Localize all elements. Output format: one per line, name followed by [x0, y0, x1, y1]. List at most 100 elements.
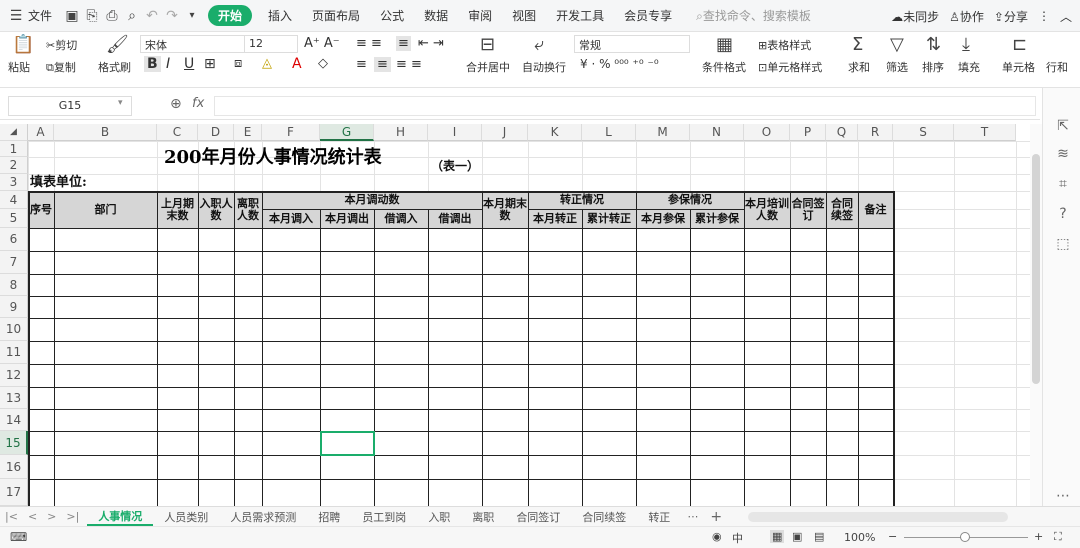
column-header-e[interactable]: E — [234, 124, 262, 141]
export-pdf-icon[interactable]: ⎘ — [82, 6, 102, 26]
sheet-tab-6[interactable]: 入职 — [417, 509, 461, 525]
eye-protection-icon[interactable]: ◉ — [712, 530, 722, 543]
crop-icon[interactable]: ⌗ — [1054, 176, 1072, 194]
sheet-tab-4[interactable]: 招聘 — [307, 509, 351, 525]
sheet-tab-3[interactable]: 人员需求预测 — [219, 509, 307, 525]
file-menu[interactable]: 文件 — [26, 7, 62, 24]
tab-developer[interactable]: 开发工具 — [546, 7, 614, 24]
input-method-icon[interactable]: 中 — [732, 530, 743, 546]
bold-button[interactable]: B — [144, 56, 161, 72]
row-header-10[interactable]: 10 — [0, 318, 28, 341]
number-format-icons[interactable]: ¥ · % ⁰⁰⁰ ⁺⁰ ⁻⁰ — [580, 57, 659, 71]
tab-page-layout[interactable]: 页面布局 — [302, 7, 370, 24]
clear-format-icon[interactable]: ◇ — [318, 56, 328, 71]
analytics-icon[interactable]: ⬚ — [1054, 236, 1072, 254]
column-header-g[interactable]: G — [320, 124, 374, 141]
more-sheets-icon[interactable]: ⋯ — [681, 510, 704, 523]
row-header-2[interactable]: 2 — [0, 157, 28, 174]
format-painter-button[interactable]: 格式刷 — [98, 59, 131, 75]
fx-icon[interactable]: fx — [192, 96, 204, 111]
print-icon[interactable]: ⎙ — [102, 6, 122, 26]
row-header-13[interactable]: 13 — [0, 387, 28, 409]
column-header-h[interactable]: H — [374, 124, 428, 141]
save-icon[interactable]: ▣ — [62, 6, 82, 26]
zoom-in-icon[interactable]: + — [1034, 530, 1043, 543]
format-painter-icon[interactable]: 🖌 — [106, 34, 129, 55]
indent-icon[interactable]: ⇤ ⇥ — [418, 36, 444, 51]
cut-button[interactable]: ✂剪切 — [46, 37, 77, 53]
name-box-dropdown-icon[interactable]: ▾ — [118, 98, 123, 108]
row-header-11[interactable]: 11 — [0, 341, 28, 364]
tab-formulas[interactable]: 公式 — [370, 7, 414, 24]
panel-more-icon[interactable]: ⋯ — [1054, 488, 1072, 506]
column-header-i[interactable]: I — [428, 124, 482, 141]
column-header-t[interactable]: T — [954, 124, 1016, 141]
row-col-button[interactable]: 行和 — [1046, 59, 1068, 75]
sync-status[interactable]: ☁未同步 — [891, 8, 939, 25]
sum-icon[interactable]: Σ — [852, 34, 863, 55]
row-header-14[interactable]: 14 — [0, 409, 28, 431]
align-right-icon[interactable]: ≡ ≡ — [396, 57, 422, 72]
spreadsheet-grid[interactable]: ◢ A B C D E F G H I J K L M N O P Q R S T 1 2 3 4 5 6 7 8 9 10 11 12 13 1… — [0, 124, 1030, 506]
row-header-9[interactable]: 9 — [0, 296, 28, 318]
properties-icon[interactable]: ≋ — [1054, 146, 1072, 164]
more-options-icon[interactable]: ⋮ — [1038, 9, 1050, 23]
column-header-m[interactable]: M — [636, 124, 690, 141]
fill-color-icon[interactable]: ⧈ — [234, 56, 242, 71]
conditional-format-icon[interactable]: ▦ — [716, 34, 733, 55]
table-style-button[interactable]: ⊞表格样式 — [758, 37, 811, 53]
fill-icon[interactable]: ⤓ — [962, 34, 970, 55]
align-bottom-icon[interactable]: ≡ — [396, 36, 411, 51]
row-header-7[interactable]: 7 — [0, 251, 28, 274]
fill-button[interactable]: 填充 — [958, 59, 980, 75]
row-header-15[interactable]: 15 — [0, 431, 28, 455]
normal-view-icon[interactable]: ▦ — [770, 530, 785, 543]
command-search[interactable]: ⌕查找命令、搜索模板 — [696, 7, 811, 24]
align-top-icon[interactable]: ≡ ≡ — [356, 36, 382, 51]
sheet-tab-9[interactable]: 合同续签 — [571, 509, 637, 525]
paste-button[interactable]: 粘贴 — [8, 59, 30, 75]
row-header-6[interactable]: 6 — [0, 228, 28, 251]
sheet-tab-1[interactable]: 人事情况 — [87, 508, 154, 526]
collaborate-button[interactable]: ♙协作 — [949, 8, 984, 25]
font-size-select[interactable]: 12 — [244, 35, 298, 53]
next-sheet-icon[interactable]: > — [42, 510, 61, 523]
row-header-4[interactable]: 4 — [0, 191, 28, 209]
row-header-17[interactable]: 17 — [0, 479, 28, 506]
undo-icon[interactable]: ↶ — [142, 6, 162, 26]
quick-access-dropdown-icon[interactable]: ▾ — [182, 6, 202, 26]
row-header-1[interactable]: 1 — [0, 141, 28, 157]
underline-button[interactable]: U — [184, 56, 194, 72]
help-icon[interactable]: ? — [1054, 206, 1072, 224]
cell-style-button[interactable]: ⊡单元格样式 — [758, 59, 822, 75]
vertical-scroll-thumb[interactable] — [1032, 154, 1040, 384]
column-header-s[interactable]: S — [893, 124, 954, 141]
zoom-slider-handle[interactable] — [960, 532, 970, 542]
share-button[interactable]: ⇪分享 — [994, 8, 1028, 25]
column-header-b[interactable]: B — [54, 124, 157, 141]
filter-icon[interactable]: ▽ — [890, 34, 904, 55]
font-grow-icon[interactable]: A⁺ A⁻ — [304, 36, 340, 51]
zoom-formula-icon[interactable]: ⊕ — [170, 96, 182, 112]
prev-sheet-icon[interactable]: < — [23, 510, 42, 523]
align-left-icon[interactable]: ≡ — [356, 57, 367, 72]
tab-view[interactable]: 视图 — [502, 7, 546, 24]
horizontal-scrollbar[interactable] — [748, 511, 1009, 522]
first-sheet-icon[interactable]: |< — [0, 510, 23, 523]
cell-button[interactable]: 单元格 — [1002, 59, 1035, 75]
name-box[interactable]: G15 — [8, 96, 132, 116]
last-sheet-icon[interactable]: >| — [61, 510, 87, 523]
italic-button[interactable]: I — [166, 56, 170, 72]
wrap-text-button[interactable]: 自动换行 — [522, 59, 566, 75]
sheet-tab-10[interactable]: 转正 — [637, 509, 681, 525]
print-preview-icon[interactable]: ⌕ — [122, 6, 142, 26]
merge-center-button[interactable]: 合并居中 — [466, 59, 510, 75]
column-header-k[interactable]: K — [528, 124, 582, 141]
column-header-l[interactable]: L — [582, 124, 636, 141]
column-header-n[interactable]: N — [690, 124, 744, 141]
border-icon[interactable]: ⊞ — [204, 56, 216, 72]
tab-data[interactable]: 数据 — [414, 7, 458, 24]
conditional-format-button[interactable]: 条件格式 — [702, 59, 746, 75]
paste-icon[interactable]: 📋 — [12, 34, 34, 55]
formula-input[interactable] — [214, 96, 1036, 116]
